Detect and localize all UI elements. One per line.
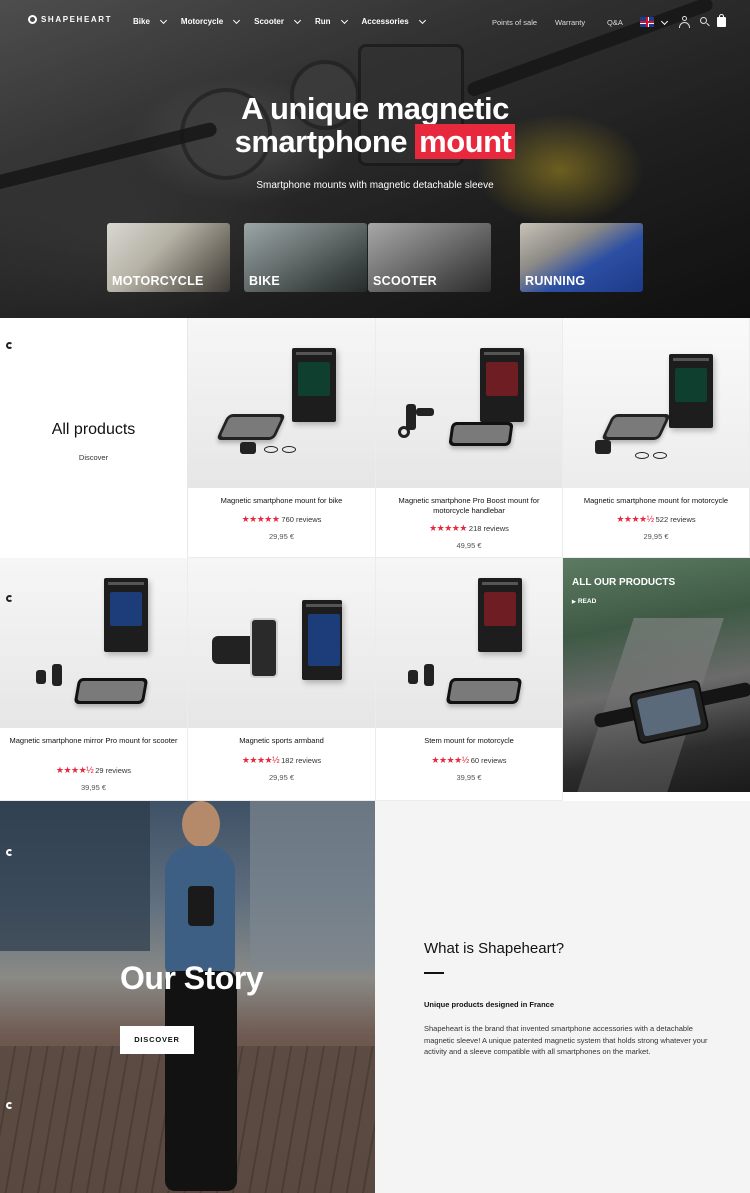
star-rating-icon: ★★★★★: [429, 523, 467, 533]
chevron-down-icon: [293, 16, 301, 24]
chevron-down-icon: [418, 16, 426, 24]
product-name[interactable]: Magnetic smartphone mount for bike: [196, 496, 367, 506]
product-name[interactable]: Magnetic smartphone mirror Pro mount for…: [8, 736, 179, 746]
product-card[interactable]: Stem mount for motorcycle ★★★★½ 60 review…: [376, 558, 563, 801]
product-rating: ★★★★½ 60 reviews: [431, 755, 507, 765]
menu-item-scooter[interactable]: Scooter: [254, 16, 301, 26]
product-image[interactable]: [188, 318, 375, 488]
brand-name: SHAPEHEART: [41, 15, 113, 24]
product-image[interactable]: [563, 318, 749, 488]
brand-logo[interactable]: SHAPEHEART: [28, 15, 112, 24]
brand-mark-icon: [6, 595, 13, 602]
chevron-down-icon: [340, 16, 348, 24]
product-price: 29,95 €: [268, 773, 295, 782]
product-card[interactable]: Magnetic smartphone Pro Boost mount for …: [376, 318, 563, 558]
product-price: 39,95 €: [456, 773, 482, 782]
product-image[interactable]: [376, 318, 562, 488]
brand-mark-icon: [6, 1102, 13, 1109]
qa-link[interactable]: Q&A: [607, 18, 623, 27]
product-rating: ★★★★½ 29 reviews: [55, 765, 132, 775]
star-rating-icon: ★★★★½: [431, 755, 469, 765]
category-tile-running[interactable]: RUNNING: [520, 223, 643, 292]
our-story-image: [0, 801, 375, 1193]
all-products-title: All products: [51, 421, 136, 438]
our-story-title: Our Story: [120, 960, 264, 996]
product-card[interactable]: Magnetic smartphone mount for bike ★★★★★…: [188, 318, 376, 558]
armband-decoration: [188, 886, 214, 926]
menu-item-motorcycle[interactable]: Motorcycle: [181, 16, 241, 26]
logo-icon: [28, 15, 37, 24]
product-price: 49,95 €: [456, 541, 482, 550]
about-title: What is Shapeheart?: [424, 940, 565, 957]
chevron-down-icon: [159, 16, 167, 24]
menu-item-run[interactable]: Run: [315, 16, 348, 26]
brand-mark-icon: [6, 342, 13, 349]
all-products-discover-link[interactable]: Discover: [0, 453, 187, 462]
chevron-down-icon[interactable]: [660, 17, 669, 26]
product-card[interactable]: Magnetic sports armband ★★★★½ 182 reviews…: [188, 558, 376, 801]
product-price: 29,95 €: [268, 532, 295, 541]
our-story-discover-button[interactable]: DISCOVER: [120, 1026, 194, 1054]
category-tile-motorcycle[interactable]: MOTORCYCLE: [107, 223, 230, 292]
product-image[interactable]: [0, 558, 187, 728]
points-of-sale-link[interactable]: Points of sale: [492, 18, 537, 27]
product-name[interactable]: Magnetic smartphone mount for motorcycle: [571, 496, 741, 506]
star-rating-icon: ★★★★½: [55, 765, 94, 775]
product-rating: ★★★★★ 760 reviews: [241, 514, 322, 524]
hero-banner: SHAPEHEART Bike Motorcycle Scooter Run A…: [0, 0, 750, 318]
warranty-link[interactable]: Warranty: [555, 18, 585, 27]
product-image[interactable]: [376, 558, 562, 728]
about-description: Shapeheart is the brand that invented sm…: [424, 1024, 708, 1056]
star-rating-icon: ★★★★½: [616, 514, 654, 524]
brand-mark-icon: [6, 849, 13, 856]
about-panel: What is Shapeheart? Unique products desi…: [375, 801, 750, 1193]
product-rating: ★★★★½ 522 reviews: [616, 514, 696, 524]
product-card[interactable]: Magnetic smartphone mount for motorcycle…: [563, 318, 750, 558]
hero-title-highlight: mount: [415, 124, 516, 159]
category-tile-bike[interactable]: BIKE: [244, 223, 367, 292]
about-tagline: Unique products designed in France: [424, 1000, 555, 1009]
product-card[interactable]: Magnetic smartphone mirror Pro mount for…: [0, 558, 188, 801]
hero-title: A unique magnetic smartphone mount: [0, 92, 750, 159]
menu-item-bike[interactable]: Bike: [133, 16, 167, 26]
menu-item-accessories[interactable]: Accessories: [362, 16, 426, 26]
main-menu: Bike Motorcycle Scooter Run Accessories: [133, 16, 440, 26]
user-icon[interactable]: [679, 16, 690, 28]
chevron-down-icon: [233, 16, 241, 24]
star-rating-icon: ★★★★½: [241, 755, 280, 765]
promo-read-link[interactable]: READ: [572, 598, 596, 605]
hero-subtitle: Smartphone mounts with magnetic detachab…: [256, 180, 494, 191]
all-our-products-promo[interactable]: ALL OUR PRODUCTS READ: [563, 558, 750, 792]
top-navigation: SHAPEHEART Bike Motorcycle Scooter Run A…: [0, 0, 750, 44]
product-rating: ★★★★★ 218 reviews: [429, 523, 509, 533]
category-tile-scooter[interactable]: SCOOTER: [368, 223, 491, 292]
product-price: 29,95 €: [643, 532, 669, 541]
search-icon[interactable]: [700, 17, 710, 27]
uk-flag-icon[interactable]: [640, 17, 654, 27]
product-image[interactable]: [188, 558, 375, 728]
cart-icon[interactable]: [717, 14, 726, 27]
product-name[interactable]: Magnetic sports armband: [196, 736, 367, 746]
product-rating: ★★★★½ 182 reviews: [241, 755, 322, 765]
product-name[interactable]: Stem mount for motorcycle: [384, 736, 554, 746]
product-name[interactable]: Magnetic smartphone Pro Boost mount for …: [384, 496, 554, 516]
star-rating-icon: ★★★★★: [241, 514, 280, 524]
divider: [424, 972, 444, 974]
all-products-panel: All products Discover: [0, 318, 188, 558]
promo-title: ALL OUR PRODUCTS: [572, 577, 676, 588]
product-price: 39,95 €: [80, 783, 107, 792]
